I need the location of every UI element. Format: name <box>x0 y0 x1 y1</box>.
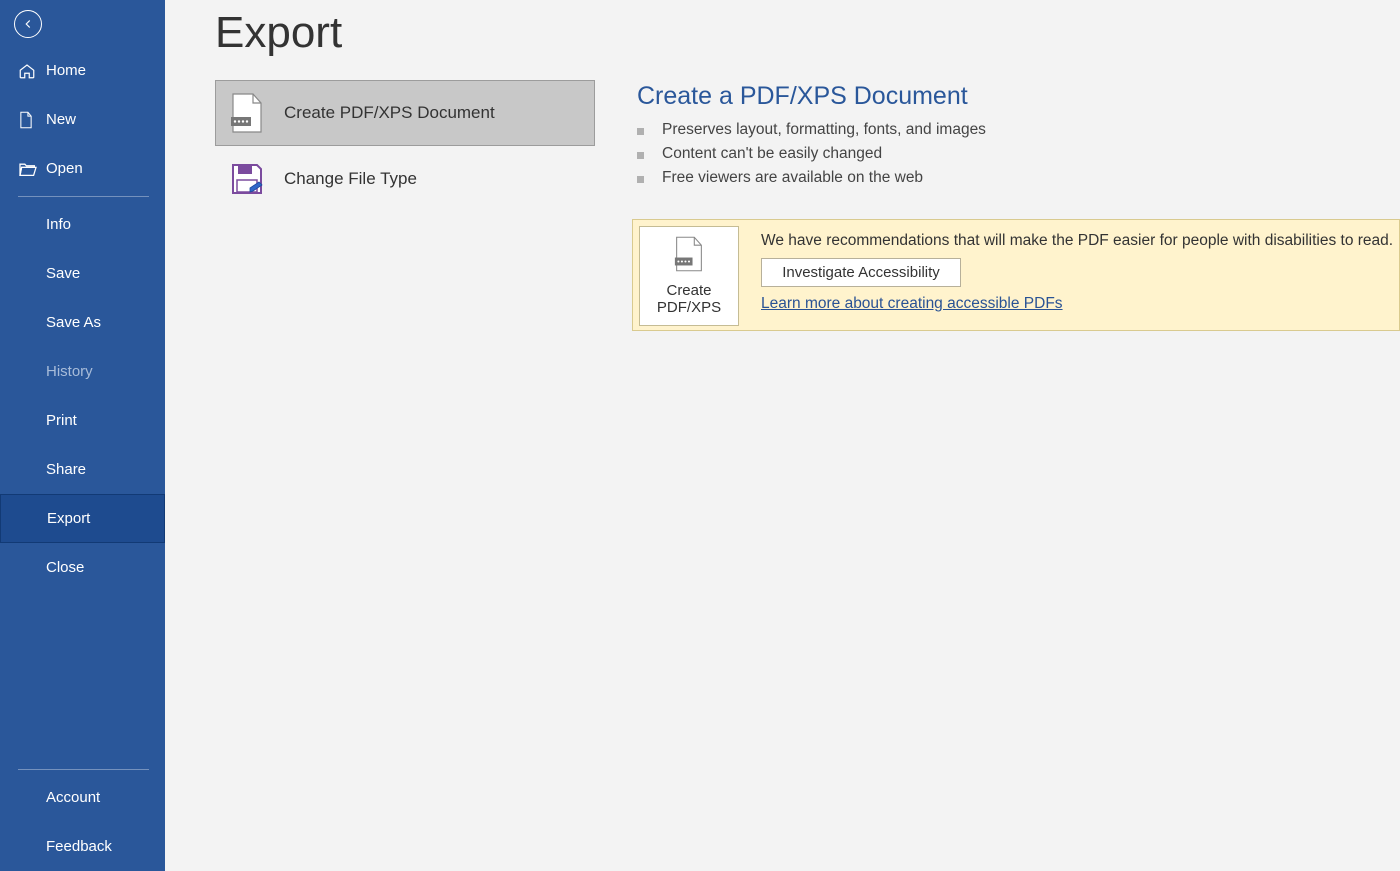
export-options-list: Create PDF/XPS Document Change File Type <box>215 80 595 331</box>
sidebar-item-label: Export <box>47 510 90 527</box>
accessible-pdfs-learn-more-link[interactable]: Learn more about creating accessible PDF… <box>761 295 1063 313</box>
sidebar-item-label: Close <box>46 559 84 576</box>
accessibility-message: We have recommendations that will make t… <box>761 232 1393 250</box>
sidebar-item-info[interactable]: Info <box>0 200 165 249</box>
sidebar-item-label: Save As <box>46 314 101 331</box>
save-file-type-icon <box>226 158 268 200</box>
option-change-file-type[interactable]: Change File Type <box>215 146 595 212</box>
sidebar-item-label: Info <box>46 216 71 233</box>
sidebar-divider <box>18 196 149 197</box>
sidebar-item-label: Account <box>46 789 100 806</box>
sidebar-item-label: New <box>46 111 76 128</box>
accessibility-text-block: We have recommendations that will make t… <box>761 226 1393 326</box>
sidebar-item-label: Print <box>46 412 77 429</box>
pdf-document-icon <box>674 236 704 276</box>
content-area: Export Create PDF/XPS Document <box>165 0 1400 871</box>
sidebar-item-open[interactable]: Open <box>0 144 165 193</box>
sidebar-item-home[interactable]: Home <box>0 46 165 95</box>
page-icon <box>18 111 40 129</box>
detail-heading: Create a PDF/XPS Document <box>637 82 1400 111</box>
sidebar-item-label: Save <box>46 265 80 282</box>
sidebar-item-close[interactable]: Close <box>0 543 165 592</box>
create-btn-line1: Create <box>666 282 711 299</box>
detail-bullet: Free viewers are available on the web <box>637 169 1400 187</box>
sidebar-item-label: Share <box>46 461 86 478</box>
sidebar-item-share[interactable]: Share <box>0 445 165 494</box>
sidebar-item-feedback[interactable]: Feedback <box>0 822 165 871</box>
accessibility-panel: Create PDF/XPS We have recommendations t… <box>632 219 1400 331</box>
export-detail-pane: Create a PDF/XPS Document Preserves layo… <box>637 80 1400 331</box>
create-btn-line2: PDF/XPS <box>657 299 721 316</box>
sidebar-item-label: Feedback <box>46 838 112 855</box>
sidebar-item-label: Home <box>46 62 86 79</box>
sidebar-item-save[interactable]: Save <box>0 249 165 298</box>
arrow-left-icon <box>21 17 35 31</box>
folder-open-icon <box>18 161 40 177</box>
option-label: Change File Type <box>284 169 417 189</box>
detail-bullet: Preserves layout, formatting, fonts, and… <box>637 121 1400 139</box>
page-title: Export <box>215 8 1400 58</box>
sidebar-item-save-as[interactable]: Save As <box>0 298 165 347</box>
detail-bullets: Preserves layout, formatting, fonts, and… <box>637 121 1400 187</box>
home-icon <box>18 62 40 80</box>
sidebar-item-export[interactable]: Export <box>0 494 165 543</box>
sidebar-item-print[interactable]: Print <box>0 396 165 445</box>
sidebar-item-account[interactable]: Account <box>0 773 165 822</box>
backstage-sidebar: Home New Open Info Save Save As History … <box>0 0 165 871</box>
sidebar-item-label: Open <box>46 160 83 177</box>
option-create-pdf-xps[interactable]: Create PDF/XPS Document <box>215 80 595 146</box>
sidebar-divider <box>18 769 149 770</box>
create-pdf-xps-button[interactable]: Create PDF/XPS <box>639 226 739 326</box>
sidebar-item-history: History <box>0 347 165 396</box>
pdf-document-icon <box>226 92 268 134</box>
detail-bullet: Content can't be easily changed <box>637 145 1400 163</box>
sidebar-item-label: History <box>46 363 93 380</box>
investigate-accessibility-button[interactable]: Investigate Accessibility <box>761 258 961 287</box>
back-button[interactable] <box>14 10 42 38</box>
option-label: Create PDF/XPS Document <box>284 103 495 123</box>
sidebar-item-new[interactable]: New <box>0 95 165 144</box>
